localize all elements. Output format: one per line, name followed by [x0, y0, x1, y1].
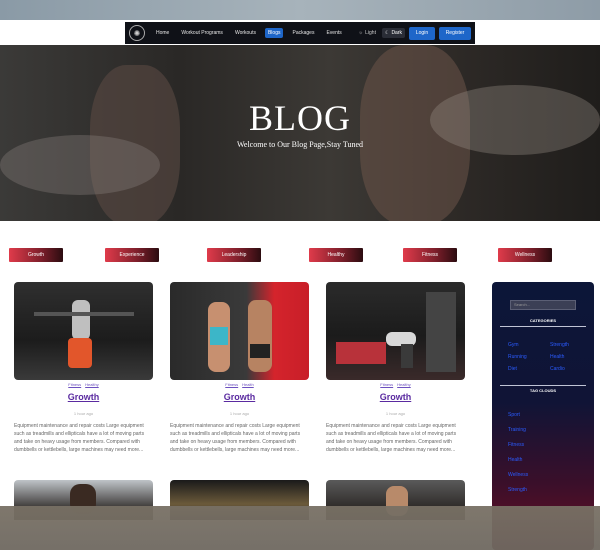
- nav-links: Home Workout Programs Workouts Blogs Pac…: [153, 28, 356, 38]
- blog-card-title[interactable]: Growth: [14, 392, 153, 402]
- category-growth[interactable]: Growth: [9, 248, 63, 262]
- register-button[interactable]: Register: [439, 26, 471, 40]
- nav-workouts[interactable]: Workouts: [232, 28, 259, 38]
- category-wellness[interactable]: Wellness: [498, 248, 552, 262]
- category-bar: Growth Experience Leadership Healthy Fit…: [0, 248, 600, 262]
- sidebar-category-link[interactable]: Running: [508, 354, 527, 360]
- blog-card-excerpt: Equipment maintenance and repair costs L…: [326, 423, 457, 453]
- blog-card: Fitness Healthy Growth 1 hour ago Equipme…: [14, 282, 153, 454]
- sidebar-tag-link[interactable]: Health: [508, 457, 522, 463]
- theme-toggle: ☼ Light ☾ Dark: [356, 28, 405, 38]
- blog-card-time: 1 hour ago: [229, 411, 250, 416]
- tag-link[interactable]: Fitness: [380, 382, 393, 387]
- blog-card-time: 1 hour ago: [385, 411, 406, 416]
- logo-icon[interactable]: ✺: [129, 25, 145, 41]
- sidebar-tag-link[interactable]: Sport: [508, 412, 520, 418]
- category-leadership[interactable]: Leadership: [207, 248, 261, 262]
- theme-light-label: Light: [365, 30, 376, 36]
- blog-card-image[interactable]: [326, 282, 465, 380]
- divider: [500, 385, 586, 386]
- navbar: ✺ Home Workout Programs Workouts Blogs P…: [125, 22, 475, 44]
- page-subtitle: Welcome to Our Blog Page,Stay Tuned: [236, 140, 363, 149]
- page-title: BLOG: [249, 98, 351, 138]
- blog-card-excerpt: Equipment maintenance and repair costs L…: [170, 423, 301, 453]
- blog-card: Fitness Health Growth 1 hour ago Equipmen…: [170, 282, 309, 454]
- blog-card-time: 1 hour ago: [73, 411, 94, 416]
- sidebar-category-link[interactable]: Diet: [508, 366, 517, 372]
- blog-card-title[interactable]: Growth: [170, 392, 309, 402]
- sidebar-search-input[interactable]: Search...: [510, 300, 576, 310]
- nav-blogs[interactable]: Blogs: [264, 28, 284, 38]
- theme-dark-option[interactable]: ☾ Dark: [381, 28, 405, 38]
- nav-home[interactable]: Home: [153, 28, 172, 38]
- sidebar-category-link[interactable]: Strength: [550, 342, 569, 348]
- sidebar-tag-link[interactable]: Wellness: [508, 472, 528, 478]
- sidebar-category-link[interactable]: Gym: [508, 342, 519, 348]
- category-healthy[interactable]: Healthy: [309, 248, 363, 262]
- nav-packages[interactable]: Packages: [289, 28, 317, 38]
- blog-card-excerpt: Equipment maintenance and repair costs L…: [14, 423, 145, 453]
- sidebar-tag-link[interactable]: Training: [508, 427, 526, 433]
- sidebar-categories-heading: CATEGORIES: [529, 318, 557, 323]
- tag-link[interactable]: Healthy: [397, 382, 411, 387]
- sidebar-tag-clouds-heading: TAG CLOUDS: [529, 388, 557, 393]
- tag-link[interactable]: Health: [242, 382, 254, 387]
- login-button[interactable]: Login: [409, 26, 435, 40]
- theme-light-option[interactable]: ☼ Light: [356, 28, 379, 38]
- category-experience[interactable]: Experience: [105, 248, 159, 262]
- nav-events[interactable]: Events: [323, 28, 344, 38]
- blog-card: Fitness Healthy Growth 1 hour ago Equipme…: [326, 282, 465, 454]
- tag-link[interactable]: Healthy: [85, 382, 99, 387]
- tag-link[interactable]: Fitness: [225, 382, 238, 387]
- bottom-overlay: [0, 506, 600, 550]
- blog-card-tags: Fitness Healthy: [326, 382, 465, 388]
- blog-card-image[interactable]: [170, 282, 309, 380]
- sun-icon: ☼: [358, 30, 364, 36]
- blog-card-tags: Fitness Healthy: [14, 382, 153, 388]
- tag-link[interactable]: Fitness: [68, 382, 81, 387]
- blog-card-image[interactable]: [14, 282, 153, 380]
- top-strip: [0, 0, 600, 20]
- sidebar-category-link[interactable]: Health: [550, 354, 564, 360]
- category-fitness[interactable]: Fitness: [403, 248, 457, 262]
- theme-dark-label: Dark: [391, 30, 402, 36]
- sidebar-tag-link[interactable]: Fitness: [508, 442, 524, 448]
- blog-card-tags: Fitness Health: [170, 382, 309, 388]
- sidebar-category-link[interactable]: Cardio: [550, 366, 565, 372]
- divider: [500, 326, 586, 327]
- hero-banner: BLOG Welcome to Our Blog Page,Stay Tuned: [0, 45, 600, 221]
- nav-workout-programs[interactable]: Workout Programs: [178, 28, 226, 38]
- sidebar-tag-link[interactable]: Strength: [508, 487, 527, 493]
- blog-card-title[interactable]: Growth: [326, 392, 465, 402]
- moon-icon: ☾: [384, 30, 390, 36]
